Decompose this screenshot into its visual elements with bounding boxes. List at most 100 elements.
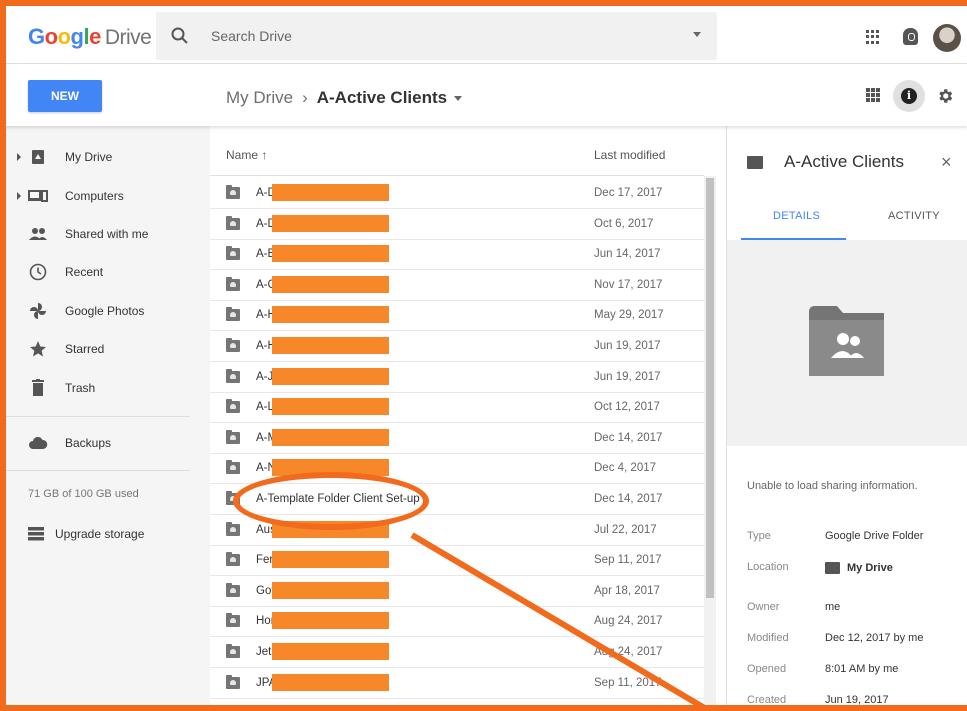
sidebar-item-recent[interactable]: Recent [0, 253, 210, 291]
table-row[interactable]: JPA Sep 11, 2017 [210, 668, 704, 699]
table-row[interactable]: A-H Jun 19, 2017 [210, 331, 704, 362]
redaction-block [272, 612, 389, 630]
last-modified-date: Nov 17, 2017 [594, 278, 663, 291]
expand-arrow-icon[interactable] [17, 192, 21, 200]
last-modified-header[interactable]: Last modified [594, 148, 665, 162]
details-panel: A-Active Clients × DETAILS ACTIVITY Unab… [726, 126, 967, 711]
last-modified-date: Jun 19, 2017 [594, 370, 661, 383]
last-modified-date: Dec 17, 2017 [594, 187, 663, 199]
view-details-button[interactable]: i [893, 80, 925, 112]
redaction-block [272, 428, 389, 446]
redaction-block [272, 184, 389, 201]
folder-menu-chevron-down-icon[interactable] [454, 95, 463, 101]
last-modified-date: May 29, 2017 [594, 309, 664, 322]
action-bar: NEW My Drive › A-Active Clients i [0, 64, 967, 126]
table-row[interactable]: Goth Apr 18, 2017 [210, 576, 704, 607]
google-wordmark-letter: e [89, 24, 101, 49]
table-row[interactable]: A-L Oct 12, 2017 [210, 392, 704, 424]
last-modified-date: Apr 18, 2017 [594, 584, 660, 597]
breadcrumb-current-folder[interactable]: A-Active Clients [317, 88, 447, 108]
redaction-block [272, 337, 389, 354]
prop-opened-value: 8:01 AM by me [825, 663, 899, 675]
search-input[interactable]: Search Drive [211, 28, 292, 44]
google-wordmark-letter: G [28, 24, 45, 49]
search-bar[interactable]: Search Drive [156, 12, 717, 60]
file-list: Name ↑ Last modified A-D Dec 17, 2017 A-D O… [210, 126, 716, 711]
star-icon [28, 339, 48, 359]
table-row[interactable]: Hor Aug 24, 2017 [210, 606, 704, 638]
sidebar-item-backups[interactable]: Backups [0, 424, 210, 462]
shared-folder-icon [226, 246, 240, 261]
prop-created-key: Created [747, 694, 787, 706]
table-row[interactable]: A-M Dec 14, 2017 [210, 423, 704, 454]
prop-modified-value: Dec 12, 2017 by me [825, 632, 924, 644]
shared-folder-icon [226, 399, 240, 414]
sidebar-item-trash[interactable]: Trash [0, 369, 210, 407]
tab-details[interactable]: DETAILS [773, 210, 820, 222]
prop-type-key: Type [747, 530, 771, 542]
table-row[interactable]: A-E Jun 14, 2017 [210, 239, 704, 271]
table-row[interactable]: A-D Oct 6, 2017 [210, 209, 704, 240]
redaction-block [272, 306, 389, 324]
last-modified-date: Jun 19, 2017 [594, 340, 661, 352]
grid-view-icon[interactable] [866, 88, 880, 102]
file-list-header: Name ↑ Last modified [210, 126, 704, 176]
search-icon[interactable] [170, 26, 190, 46]
sidebar: My Drive Computers Shared with me Recent… [0, 126, 210, 711]
google-wordmark-letter: o [57, 24, 71, 49]
redaction-block [272, 367, 389, 385]
scrollbar-thumb[interactable] [706, 178, 714, 598]
sort-by-name-header[interactable]: Name ↑ [226, 148, 267, 162]
shared-folder-icon [226, 674, 240, 689]
details-header: A-Active Clients × [727, 126, 967, 196]
annotation-ellipse [233, 472, 429, 530]
shared-folder-icon [226, 613, 240, 628]
sidebar-item-my-drive[interactable]: My Drive [0, 138, 210, 176]
last-modified-date: Aug 24, 2017 [594, 615, 663, 628]
redaction-block [272, 275, 389, 293]
storage-usage-text: 71 GB of 100 GB used [28, 488, 139, 500]
sidebar-item-label: Starred [65, 342, 105, 356]
redaction-block [272, 245, 389, 263]
apps-grid-icon[interactable] [866, 30, 880, 44]
table-row[interactable]: A-D Dec 17, 2017 [210, 178, 704, 209]
redaction-block [272, 673, 389, 691]
folder-icon [825, 562, 840, 574]
sidebar-item-label: Backups [65, 436, 112, 450]
table-row[interactable]: A-J Jun 19, 2017 [210, 362, 704, 393]
new-button[interactable]: NEW [28, 80, 102, 112]
trash-icon [28, 378, 48, 398]
details-tabs: DETAILS ACTIVITY [727, 196, 967, 240]
shared-folder-icon [226, 644, 240, 658]
shared-folder-icon [226, 521, 240, 536]
shared-folder-icon [226, 185, 240, 199]
table-row[interactable]: A-G Nov 17, 2017 [210, 270, 704, 301]
last-modified-date: Oct 6, 2017 [594, 217, 654, 230]
tab-activity[interactable]: ACTIVITY [888, 210, 940, 222]
redaction-block [272, 214, 389, 232]
sidebar-item-label: Recent [65, 265, 104, 279]
search-options-chevron-down-icon[interactable] [693, 32, 701, 37]
sidebar-item-computers[interactable]: Computers [0, 177, 210, 215]
prop-owner-value: me [825, 601, 841, 613]
breadcrumb-separator-icon: › [302, 88, 308, 107]
sharing-info-message: Unable to load sharing information. [747, 480, 918, 492]
clock-icon [28, 262, 48, 282]
sidebar-item-label: Computers [65, 189, 124, 203]
shared-folder-icon [226, 276, 240, 291]
prop-location-value[interactable]: My Drive [825, 562, 893, 574]
close-icon[interactable]: × [941, 152, 952, 173]
prop-location-key: Location [747, 561, 789, 573]
breadcrumb-my-drive[interactable]: My Drive [226, 88, 293, 108]
avatar[interactable] [933, 24, 961, 52]
table-row[interactable]: A-H May 29, 2017 [210, 300, 704, 332]
expand-arrow-icon[interactable] [17, 153, 21, 161]
upgrade-storage-link[interactable]: Upgrade storage [28, 527, 144, 541]
sidebar-item-starred[interactable]: Starred [0, 330, 210, 368]
google-drive-logo[interactable]: Google Drive [28, 24, 152, 50]
gear-icon[interactable] [936, 87, 954, 105]
top-bar: Google Drive Search Drive [0, 0, 967, 64]
notifications-icon[interactable] [903, 28, 918, 45]
sidebar-item-google-photos[interactable]: Google Photos [0, 292, 210, 330]
sidebar-item-shared-with-me[interactable]: Shared with me [0, 215, 210, 253]
